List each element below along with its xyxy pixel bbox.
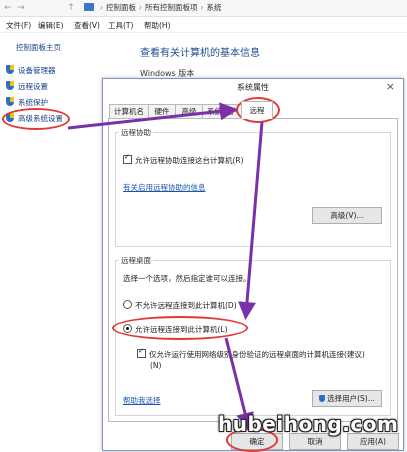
tab-computer-name[interactable]: 计算机名 — [109, 104, 149, 119]
sidebar-item-remote-settings[interactable]: 远程设置 — [6, 81, 48, 92]
tab-advanced[interactable]: 高级 — [175, 104, 203, 119]
checkbox-checked[interactable] — [137, 347, 146, 358]
remote-assistance-title: 远程协助 — [119, 127, 153, 138]
shield-icon — [6, 113, 14, 122]
page-title: 查看有关计算机的基本信息 — [140, 48, 260, 59]
close-icon[interactable]: × — [386, 80, 395, 94]
sidebar-item-advanced-settings[interactable]: 高级系统设置 — [6, 113, 63, 124]
menu-tools[interactable]: 工具(T) — [108, 20, 133, 31]
breadcrumb-system[interactable]: 系统 — [207, 3, 222, 12]
radio-label: 允许远程连接到此计算机(L) — [135, 325, 228, 334]
checkbox-label: 仅允许运行使用网络级别身份验证的远程桌面的计算机连接(建议) — [149, 350, 365, 359]
radio-label: 不允许远程连接到此计算机(D) — [135, 301, 237, 310]
button-label: 选择用户(S)... — [327, 394, 375, 403]
shield-icon — [319, 395, 326, 402]
sidebar-home-link[interactable]: 控制面板主页 — [16, 42, 61, 53]
up-arrow-icon[interactable]: ↑ — [66, 3, 76, 13]
tab-remote[interactable]: 远程 — [241, 101, 273, 119]
checkbox-checked[interactable] — [123, 153, 132, 164]
watermark-text: hubeihong.com — [218, 412, 399, 436]
shield-icon — [6, 97, 14, 106]
sidebar-item-label: 设备管理器 — [18, 66, 56, 75]
breadcrumb-all-items[interactable]: 所有控制面板项 — [145, 3, 198, 12]
nla-checkbox[interactable]: 仅允许运行使用网络级别身份验证的远程桌面的计算机连接(建议) — [137, 347, 365, 360]
remote-assistance-checkbox[interactable]: 允许远程协助连接这台计算机(R) — [123, 153, 244, 166]
breadcrumb[interactable]: › 控制面板 › 所有控制面板项 › 系统 — [84, 2, 222, 13]
sidebar-item-device-manager[interactable]: 设备管理器 — [6, 65, 56, 76]
tab-panel-remote: 远程协助 允许远程协助连接这台计算机(R) 有关启用远程协助的信息 高级(V).… — [108, 118, 398, 422]
breadcrumb-control-panel[interactable]: 控制面板 — [106, 3, 136, 12]
remote-desktop-instruction: 选择一个选项，然后指定谁可以连接。 — [123, 274, 251, 283]
shield-icon — [6, 65, 14, 74]
menu-view[interactable]: 查看(V) — [74, 20, 100, 31]
computer-icon — [84, 3, 94, 11]
menu-edit[interactable]: 编辑(E) — [38, 20, 64, 31]
radio-button-selected[interactable] — [123, 324, 132, 333]
nla-shortcut: (N) — [150, 361, 162, 370]
checkbox-label: 允许远程协助连接这台计算机(R) — [135, 156, 244, 165]
remote-desktop-title: 远程桌面 — [119, 255, 153, 266]
menu-help[interactable]: 帮助(H) — [144, 20, 171, 31]
radio-deny-remote[interactable]: 不允许远程连接到此计算机(D) — [123, 300, 237, 311]
tab-system-protection[interactable]: 系统保护 — [202, 104, 242, 119]
select-users-button[interactable]: 选择用户(S)... — [312, 390, 382, 407]
tab-hardware[interactable]: 硬件 — [148, 104, 176, 119]
radio-button[interactable] — [123, 300, 132, 309]
back-arrow-icon[interactable]: ← — [3, 3, 13, 13]
shield-icon — [6, 81, 14, 90]
sidebar-item-label: 系统保护 — [18, 98, 48, 107]
sidebar-item-label: 远程设置 — [18, 82, 48, 91]
system-properties-dialog: 系统属性 × 计算机名 硬件 高级 系统保护 远程 远程协助 允许远程协助连接这… — [102, 78, 404, 451]
dialog-title: 系统属性 — [103, 79, 403, 96]
radio-allow-remote[interactable]: 允许远程连接到此计算机(L) — [123, 324, 228, 335]
menu-file[interactable]: 文件(F) — [6, 20, 31, 31]
help-me-choose-link[interactable]: 帮助我选择 — [123, 395, 161, 406]
forward-arrow-icon[interactable]: → — [16, 3, 26, 13]
remote-assistance-info-link[interactable]: 有关启用远程协助的信息 — [123, 182, 206, 193]
advanced-button[interactable]: 高级(V)... — [312, 207, 382, 224]
sidebar-item-label: 高级系统设置 — [18, 114, 63, 123]
sidebar-item-system-protection[interactable]: 系统保护 — [6, 97, 48, 108]
menu-bar: 文件(F) 编辑(E) 查看(V) 工具(T) 帮助(H) — [0, 17, 407, 33]
address-bar: ← → ↑ › 控制面板 › 所有控制面板项 › 系统 — [0, 0, 407, 17]
